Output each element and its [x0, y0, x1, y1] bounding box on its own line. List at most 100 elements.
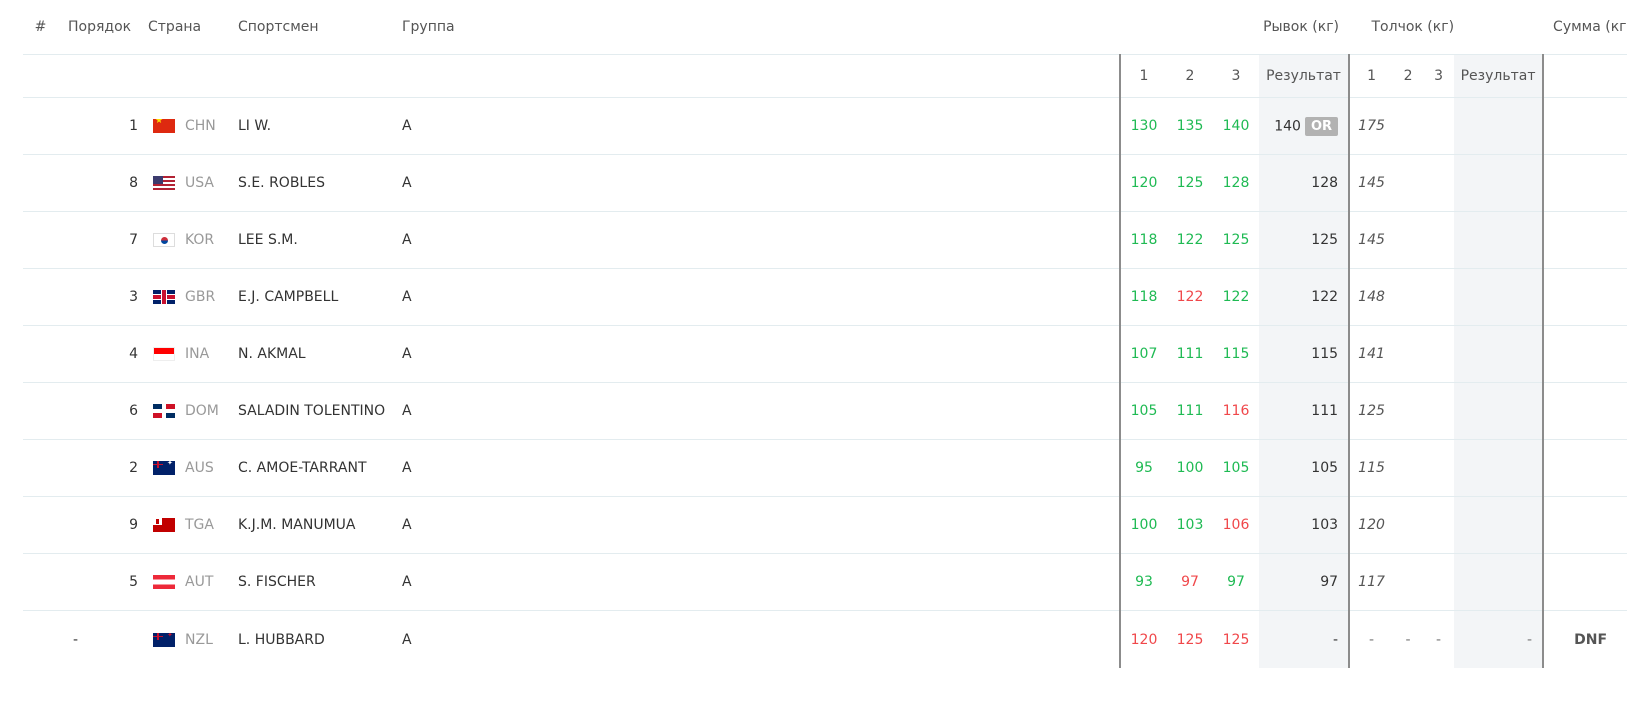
country-cell: AUS [138, 439, 228, 497]
snatch-attempt-2: 103 [1167, 496, 1213, 554]
cj-attempt-3 [1423, 268, 1455, 326]
snatch-attempt-3: 105 [1213, 439, 1259, 497]
header-cj-attempt-2: 2 [1393, 54, 1424, 98]
cj-result [1454, 439, 1544, 497]
table-row[interactable]: 8 USA S.E. ROBLES A 120 125 128 128 145 [23, 154, 1628, 212]
group-cell: A [392, 325, 1120, 383]
snatch-attempt-3: 116 [1213, 382, 1259, 440]
table-row[interactable]: 6 DOM SALADIN TOLENTINO A 105 111 116 111 125 [23, 382, 1628, 440]
cj-result [1454, 211, 1544, 269]
cj-attempt-2 [1393, 553, 1424, 611]
order-cell: 3 [58, 268, 138, 326]
cj-attempt-1: 117 [1348, 553, 1394, 611]
flag-chn-icon [153, 119, 175, 133]
athlete-name[interactable]: LEE S.M. [228, 211, 392, 269]
snatch-attempt-2: 111 [1167, 382, 1213, 440]
header-total[interactable]: Сумма (кг) [1543, 0, 1628, 55]
snatch-result: 140 [1274, 118, 1301, 134]
athlete-name[interactable]: E.J. CAMPBELL [228, 268, 392, 326]
cj-result [1454, 382, 1544, 440]
table-header: # Порядок Страна Спортсмен Группа Рывок … [23, 0, 1628, 98]
cj-attempt-1: 145 [1348, 211, 1394, 269]
cj-attempt-1: 175 [1348, 97, 1394, 155]
athlete-name[interactable]: N. AKMAL [228, 325, 392, 383]
rank-cell [23, 154, 58, 212]
snatch-attempt-2: 111 [1167, 325, 1213, 383]
snatch-attempt-1: 93 [1119, 553, 1167, 611]
table-row[interactable]: 5 AUT S. FISCHER A 93 97 97 97 117 [23, 553, 1628, 611]
total-cell [1542, 553, 1628, 611]
country-code: GBR [185, 289, 216, 305]
table-row[interactable]: 4 INA N. AKMAL A 107 111 115 115 141 [23, 325, 1628, 383]
athlete-name[interactable]: C. AMOE-TARRANT [228, 439, 392, 497]
flag-dom-icon [153, 404, 175, 418]
snatch-result: 122 [1311, 289, 1339, 305]
cj-attempt-2: - [1405, 631, 1411, 648]
rank-cell [23, 611, 58, 669]
total-cell: DNF [1542, 610, 1628, 668]
snatch-attempt-1: 130 [1119, 97, 1167, 155]
snatch-attempt-1: 120 [1119, 154, 1167, 212]
snatch-result: 125 [1311, 232, 1339, 248]
group-cell: A [402, 631, 412, 648]
total-cell [1542, 268, 1628, 326]
snatch-attempt-3: 125 [1222, 631, 1250, 648]
header-group[interactable]: Группа [392, 0, 1120, 55]
header-country[interactable]: Страна [138, 0, 228, 55]
total-cell [1542, 97, 1628, 155]
table-row[interactable]: 3 GBR E.J. CAMPBELL A 118 122 122 122 148 [23, 268, 1628, 326]
table-row[interactable]: 2AUSC. AMOE-TARRANTA95100105105115 [23, 439, 1628, 497]
country-cell: DOM [138, 382, 228, 440]
flag-kor-icon [153, 233, 175, 247]
athlete-name[interactable]: LI W. [228, 97, 392, 155]
snatch-result-cell: 111 [1259, 382, 1350, 440]
snatch-attempt-1: 107 [1119, 325, 1167, 383]
snatch-result: 128 [1311, 175, 1339, 191]
cj-attempt-2 [1393, 154, 1424, 212]
header-order[interactable]: Порядок [58, 0, 138, 55]
athlete-name[interactable]: S.E. ROBLES [228, 154, 392, 212]
snatch-result: 115 [1311, 346, 1339, 362]
snatch-attempt-1: 100 [1119, 496, 1167, 554]
snatch-attempt-3: 122 [1213, 268, 1259, 326]
cj-attempt-1: 145 [1348, 154, 1394, 212]
flag-aus-icon [153, 461, 175, 475]
country-code: AUS [185, 460, 214, 476]
athlete-name[interactable]: K.J.M. MANUMUA [228, 496, 392, 554]
rank-cell [23, 553, 58, 611]
country-code: KOR [185, 232, 215, 248]
athlete-name[interactable]: S. FISCHER [228, 553, 392, 611]
table-row[interactable]: 7 KOR LEE S.M. A 118 122 125 125 145 [23, 211, 1628, 269]
country-code: AUT [185, 574, 214, 590]
athlete-name[interactable]: SALADIN TOLENTINO [228, 382, 392, 440]
cj-attempt-2 [1393, 382, 1424, 440]
table-row[interactable]: 9 TGA K.J.M. MANUMUA A 100 103 106 103 120 [23, 496, 1628, 554]
table-row[interactable]: -NZLL. HUBBARDA120125125-----DNF [23, 610, 1628, 669]
header-athlete[interactable]: Спортсмен [228, 0, 392, 55]
total-cell [1542, 325, 1628, 383]
rank-cell [23, 97, 58, 155]
order-cell: 4 [58, 325, 138, 383]
cj-attempt-1: 148 [1348, 268, 1394, 326]
country-code: CHN [185, 118, 216, 134]
flag-usa-icon [153, 176, 175, 190]
cj-attempt-1: 120 [1348, 496, 1394, 554]
snatch-attempt-3: 97 [1213, 553, 1259, 611]
header-rank[interactable]: # [23, 0, 58, 55]
group-cell: A [392, 154, 1120, 212]
cj-attempt-3 [1423, 154, 1455, 212]
snatch-result-cell: - [1259, 610, 1350, 668]
snatch-result-cell: 115 [1259, 325, 1350, 383]
athlete-name[interactable]: L. HUBBARD [228, 611, 392, 669]
snatch-attempt-1: 118 [1119, 211, 1167, 269]
order-cell: 6 [58, 382, 138, 440]
snatch-attempt-3: 125 [1213, 211, 1259, 269]
snatch-result-cell: 122 [1259, 268, 1350, 326]
country-code: NZL [185, 631, 213, 648]
cj-attempt-2 [1393, 325, 1424, 383]
order-cell: 5 [58, 553, 138, 611]
total-cell [1542, 382, 1628, 440]
flag-ina-icon [153, 347, 175, 361]
header-snatch: Рывок (кг) [1120, 0, 1350, 55]
table-row[interactable]: 1CHNLI W.A130135140140OR175 [23, 97, 1628, 155]
